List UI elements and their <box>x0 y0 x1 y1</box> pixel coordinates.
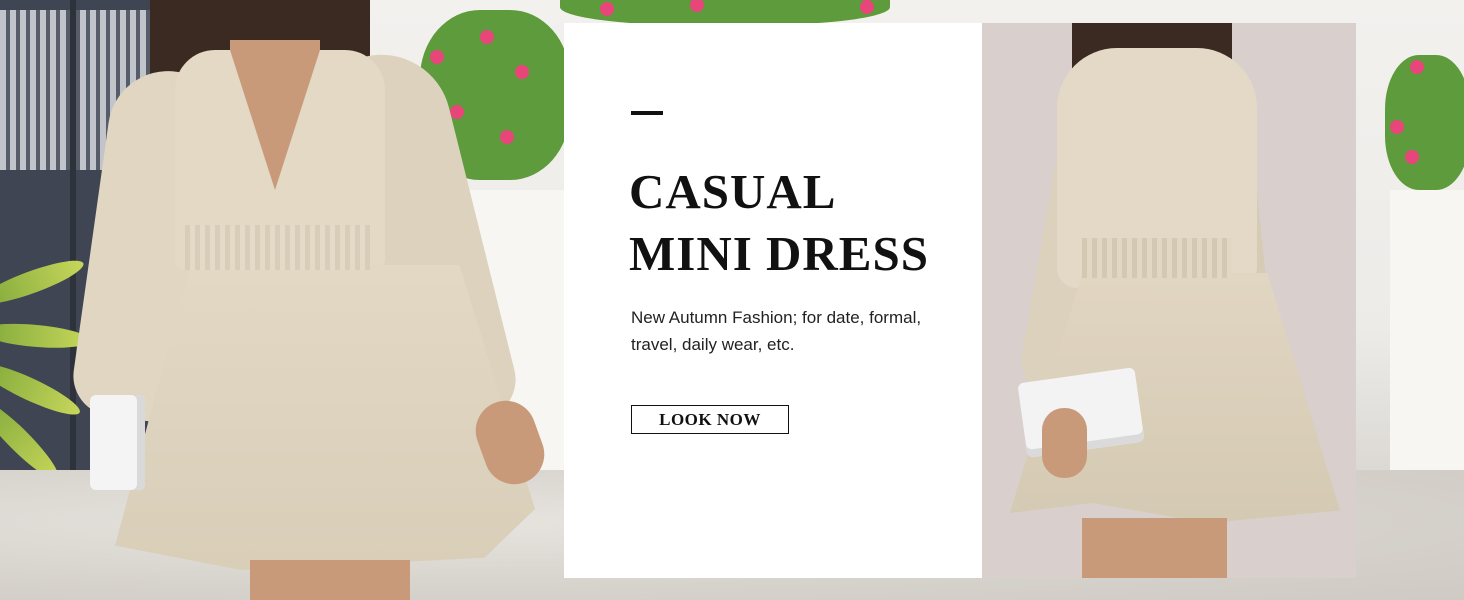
product-description: New Autumn Fashion; for date, formal, tr… <box>631 308 922 354</box>
model-hand-back <box>1042 408 1087 478</box>
look-now-button[interactable]: LOOK NOW <box>631 405 789 434</box>
model-legs <box>250 560 410 600</box>
title-line-2: MINI DRESS <box>629 226 929 281</box>
dress-smocked-waist <box>185 225 370 270</box>
model-front-photo <box>68 0 560 600</box>
title-dash-accent <box>631 111 663 115</box>
model-back-photo <box>982 23 1356 578</box>
dress-smocked-waist-back <box>1082 238 1232 278</box>
promo-text-panel: CASUAL MINI DRESS New Autumn Fashion; fo… <box>564 23 982 578</box>
white-clutch-bag <box>90 395 145 490</box>
title-line-1: CASUAL <box>629 164 837 219</box>
model-legs-back <box>1082 518 1227 578</box>
wall-column-right <box>1390 190 1464 470</box>
dress-v-neckline <box>230 50 320 190</box>
flower-bush-right <box>1385 55 1464 190</box>
page-title: CASUAL MINI DRESS <box>629 161 969 285</box>
